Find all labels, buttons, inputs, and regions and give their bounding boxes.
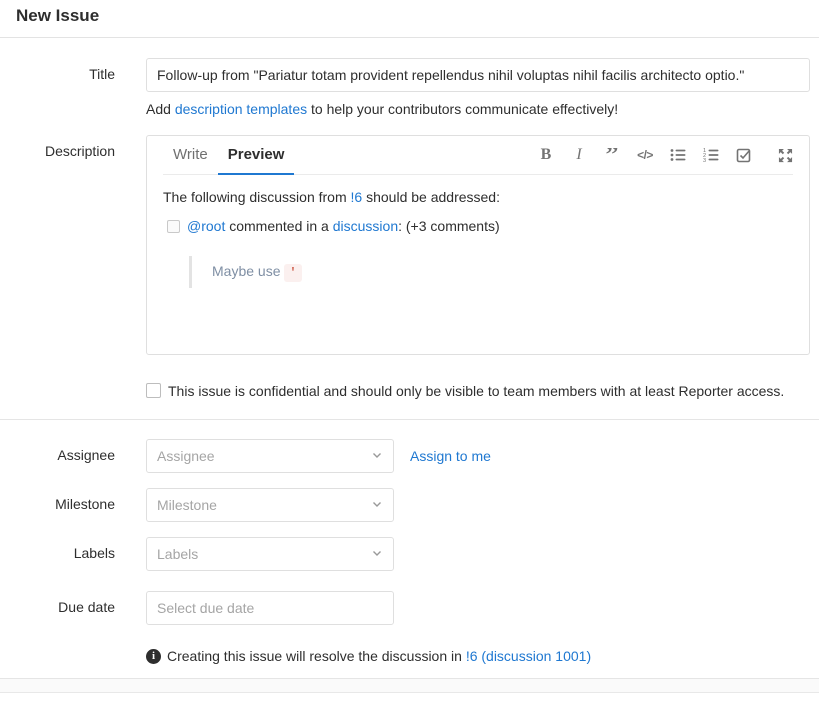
milestone-select[interactable]: Milestone [146, 488, 394, 522]
task-list: @root commented in a discussion: (+3 com… [163, 217, 793, 288]
list-numbered-icon[interactable]: 123 [703, 147, 719, 163]
chevron-down-icon [371, 546, 383, 562]
markdown-editor-header: Write Preview B I ” </> 123 [163, 136, 793, 175]
milestone-label: Milestone [0, 488, 115, 522]
fullscreen-icon[interactable] [777, 148, 793, 163]
confidential-checkbox[interactable] [146, 383, 161, 398]
title-input[interactable] [146, 58, 810, 92]
merge-request-link[interactable]: !6 [351, 189, 363, 205]
description-label: Description [0, 135, 115, 355]
svg-text:3: 3 [703, 158, 706, 163]
tab-write[interactable]: Write [163, 136, 218, 175]
markdown-editor: Write Preview B I ” </> 123 [146, 135, 810, 355]
markdown-toolbar: B I ” </> 123 [538, 136, 793, 174]
info-icon: i [146, 649, 161, 664]
discussion-link[interactable]: discussion [333, 218, 398, 234]
description-row: Description Write Preview B I ” </> 123 [0, 135, 819, 355]
labels-row: Labels Labels [0, 537, 819, 571]
user-mention-link[interactable]: @root [187, 218, 225, 234]
task-text-mid: commented in a [225, 218, 332, 234]
resolve-discussion-link[interactable]: !6 (discussion 1001) [466, 648, 591, 664]
preview-line-prefix: The following discussion from [163, 189, 351, 205]
quote-text: Maybe use [212, 263, 284, 279]
form-actions-footer [0, 679, 819, 693]
tab-preview[interactable]: Preview [218, 136, 295, 175]
quote-icon[interactable]: ” [604, 148, 620, 162]
title-row: Title Add description templates to help … [0, 58, 819, 117]
quoted-comment: Maybe use ' [189, 256, 793, 288]
due-date-label: Due date [0, 591, 115, 625]
labels-label: Labels [0, 537, 115, 571]
chevron-down-icon [371, 448, 383, 464]
assignee-select-placeholder: Assignee [157, 448, 215, 464]
assignee-label: Assignee [0, 439, 115, 473]
page-title: New Issue [16, 6, 803, 26]
confidential-checkbox-label[interactable]: This issue is confidential and should on… [146, 381, 810, 401]
resolve-note: i Creating this issue will resolve the d… [146, 648, 810, 664]
preview-line: The following discussion from !6 should … [163, 188, 793, 208]
task-text-suffix: : (+3 comments) [398, 218, 500, 234]
chevron-down-icon [371, 497, 383, 513]
assign-to-me-link[interactable]: Assign to me [410, 448, 491, 464]
title-help-text: Add description templates to help your c… [146, 101, 810, 117]
due-date-input[interactable] [146, 591, 394, 625]
section-divider [0, 419, 819, 420]
list-bulleted-icon[interactable] [670, 147, 686, 163]
page-header: New Issue [0, 0, 819, 38]
labels-select[interactable]: Labels [146, 537, 394, 571]
title-help-suffix: to help your contributors communicate ef… [307, 101, 618, 117]
confidential-text: This issue is confidential and should on… [168, 381, 784, 401]
inline-code: ' [284, 264, 301, 282]
title-label: Title [0, 58, 115, 117]
labels-select-placeholder: Labels [157, 546, 198, 562]
milestone-row: Milestone Milestone [0, 488, 819, 522]
task-list-item: @root commented in a discussion: (+3 com… [167, 217, 793, 288]
markdown-preview: The following discussion from !6 should … [147, 175, 809, 288]
resolve-note-prefix: Creating this issue will resolve the dis… [167, 648, 466, 664]
resolve-note-text: Creating this issue will resolve the dis… [167, 648, 591, 664]
bold-icon[interactable]: B [538, 146, 554, 164]
code-icon[interactable]: </> [637, 148, 653, 162]
task-list-icon[interactable] [736, 147, 752, 163]
task-checkbox [167, 220, 180, 233]
confidential-row: This issue is confidential and should on… [0, 381, 819, 401]
description-templates-link[interactable]: description templates [175, 101, 307, 117]
preview-line-suffix: should be addressed: [362, 189, 500, 205]
title-help-prefix: Add [146, 101, 175, 117]
due-date-row: Due date [0, 591, 819, 625]
assignee-row: Assignee Assignee Assign to me [0, 439, 819, 473]
milestone-select-placeholder: Milestone [157, 497, 217, 513]
assignee-select[interactable]: Assignee [146, 439, 394, 473]
italic-icon[interactable]: I [571, 146, 587, 164]
resolve-note-row: i Creating this issue will resolve the d… [0, 648, 819, 664]
